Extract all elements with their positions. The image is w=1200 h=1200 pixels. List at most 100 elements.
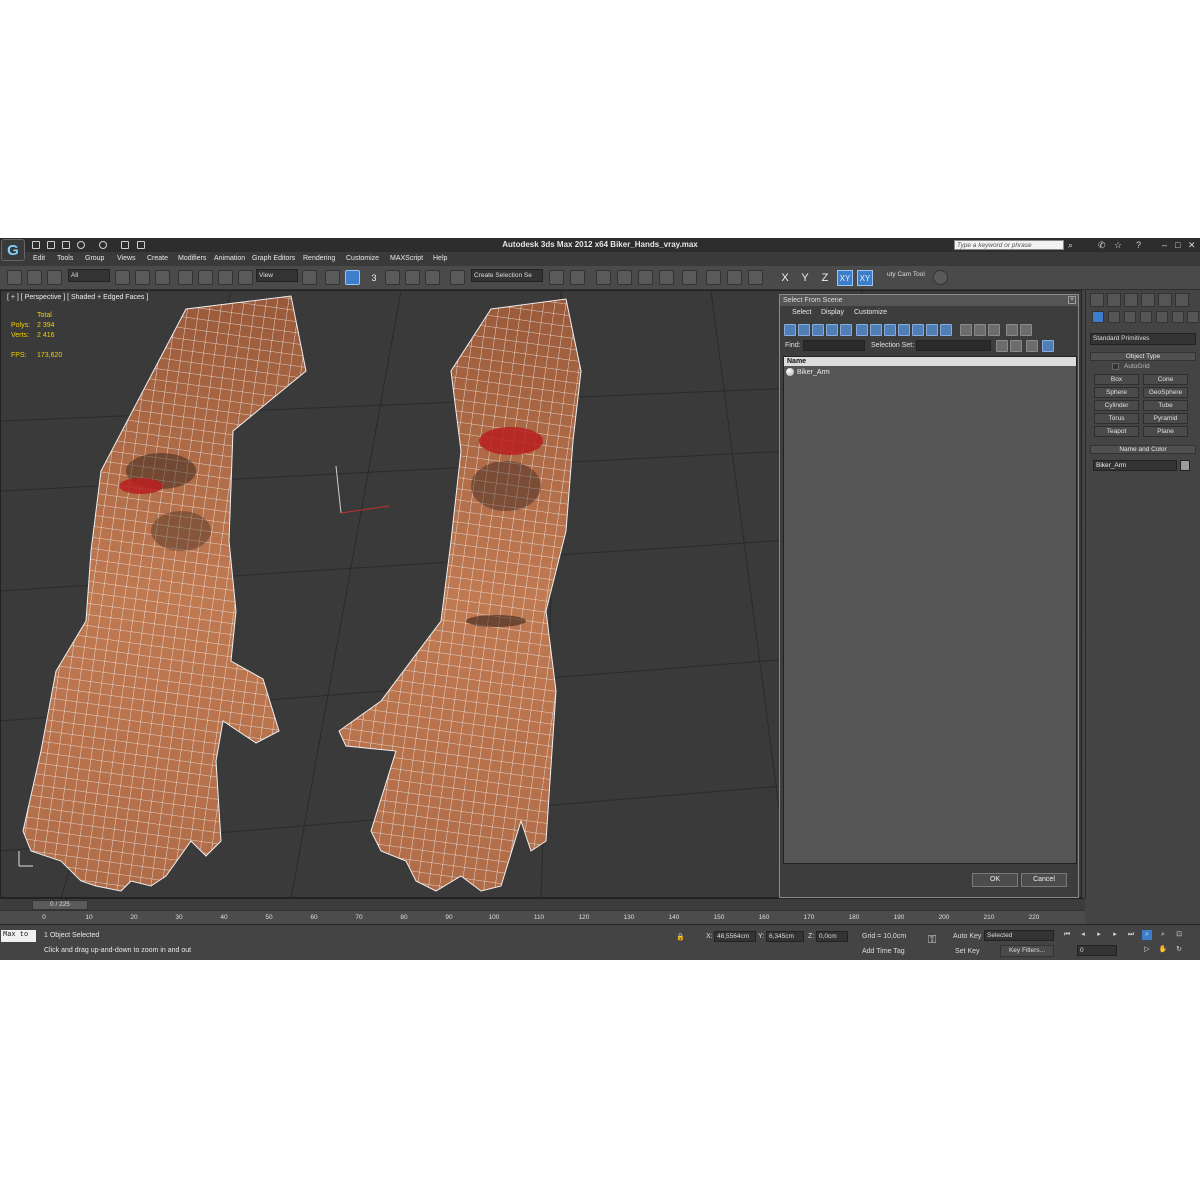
motion-tab-icon[interactable] (1141, 293, 1155, 307)
display-containers-icon[interactable] (912, 324, 924, 336)
set-key-button[interactable]: Set Key (955, 948, 980, 955)
plane-button[interactable]: Plane (1143, 426, 1188, 437)
shapes-category-icon[interactable] (1108, 311, 1120, 323)
edit-named-selection-icon[interactable] (450, 270, 465, 285)
hierarchy-tab-icon[interactable] (1124, 293, 1138, 307)
rendered-frame-window-icon[interactable] (727, 270, 742, 285)
display-helpers-icon[interactable] (840, 324, 852, 336)
track-bar[interactable]: 0 10 20 30 40 50 60 70 80 90 100 110 120… (0, 910, 1085, 924)
select-and-scale-icon[interactable] (238, 270, 253, 285)
z-coord-field[interactable]: 0,0cm (816, 931, 848, 942)
object-color-swatch[interactable] (1180, 460, 1190, 471)
viewport-label[interactable]: [ + ] [ Perspective ] [ Shaded + Edged F… (7, 294, 148, 301)
lock-selection-icon[interactable]: 🔒 (676, 933, 685, 941)
remove-selection-set-icon[interactable] (1026, 340, 1038, 352)
select-invert-icon[interactable] (988, 324, 1000, 336)
filter-icon[interactable] (1006, 324, 1018, 336)
selection-region-icon[interactable] (155, 270, 170, 285)
display-xrefs-icon[interactable] (884, 324, 896, 336)
menu-customize[interactable]: Customize (346, 255, 379, 262)
display-groups-icon[interactable] (870, 324, 882, 336)
tube-button[interactable]: Tube (1143, 400, 1188, 411)
sync-selection-icon[interactable] (1020, 324, 1032, 336)
x-coord-field[interactable]: 48,5564cm (714, 931, 756, 942)
menu-maxscript[interactable]: MAXScript (390, 255, 423, 262)
pan-view-icon[interactable]: ✋ (1158, 945, 1168, 955)
display-lights-icon[interactable] (812, 324, 824, 336)
auto-key-button[interactable]: Auto Key (953, 933, 981, 940)
object-list[interactable]: Name Biker_Arm (783, 356, 1077, 864)
select-all-icon[interactable] (960, 324, 972, 336)
minimize-icon[interactable]: – (1162, 240, 1167, 250)
box-button[interactable]: Box (1094, 374, 1139, 385)
primitive-category-dropdown[interactable]: Standard Primitives (1090, 333, 1196, 345)
menu-tools[interactable]: Tools (57, 255, 73, 262)
geometry-category-icon[interactable] (1092, 311, 1104, 323)
axis-y-button[interactable]: Y (797, 270, 813, 286)
maxscript-listener-input[interactable]: Max to (1, 930, 36, 942)
ok-button[interactable]: OK (972, 873, 1018, 887)
add-time-tag-button[interactable]: Add Time Tag (862, 948, 905, 955)
go-to-end-icon[interactable]: ⏭ (1126, 930, 1136, 940)
edit-selection-set-icon[interactable] (1010, 340, 1022, 352)
selection-filter-dropdown[interactable]: All (68, 269, 110, 282)
dialog-menu-display[interactable]: Display (821, 309, 844, 316)
autogrid-checkbox[interactable] (1112, 363, 1119, 370)
keyboard-shortcut-override-icon[interactable] (345, 270, 360, 285)
display-tab-icon[interactable] (1158, 293, 1172, 307)
close-icon[interactable]: ✕ (1188, 240, 1196, 251)
dialog-close-icon[interactable]: × (1068, 296, 1076, 304)
next-frame-icon[interactable]: ▸ (1110, 930, 1120, 940)
render-production-icon[interactable] (748, 270, 763, 285)
select-and-manipulate-icon[interactable] (325, 270, 340, 285)
menu-rendering[interactable]: Rendering (303, 255, 335, 262)
play-icon[interactable]: ▸ (1094, 930, 1104, 940)
menu-graph-editors[interactable]: Graph Editors (252, 255, 295, 262)
pyramid-button[interactable]: Pyramid (1143, 413, 1188, 424)
time-slider-bar[interactable]: 0 / 225 (0, 898, 1085, 910)
column-header-name[interactable]: Name (784, 357, 1076, 366)
binoculars-icon[interactable]: ⌕ (1068, 240, 1073, 251)
align-icon[interactable] (570, 270, 585, 285)
axis-xy-button[interactable]: XY (837, 270, 853, 286)
graphite-toggle-icon[interactable] (617, 270, 632, 285)
spinner-snap-icon[interactable] (425, 270, 440, 285)
select-and-link-icon[interactable] (7, 270, 22, 285)
add-selection-set-icon[interactable] (996, 340, 1008, 352)
favorites-icon[interactable]: ☆ (1114, 240, 1122, 251)
render-setup-icon[interactable] (706, 270, 721, 285)
key-filters-button[interactable]: Key Filters... (1000, 945, 1054, 957)
teapot-button[interactable]: Teapot (1094, 426, 1139, 437)
material-editor-icon[interactable] (682, 270, 697, 285)
dialog-menu-customize[interactable]: Customize (854, 309, 887, 316)
pivot-center-icon[interactable] (302, 270, 317, 285)
menu-create[interactable]: Create (147, 255, 168, 262)
list-item[interactable]: Biker_Arm (786, 368, 830, 376)
selection-set-dropdown[interactable] (916, 340, 991, 351)
name-and-color-rollout[interactable]: Name and Color (1090, 445, 1196, 454)
application-button[interactable]: G (1, 239, 25, 261)
orbit-icon[interactable]: ↻ (1174, 945, 1184, 955)
current-frame-field[interactable]: 0 (1077, 945, 1117, 956)
reference-coordinate-dropdown[interactable]: View (256, 269, 298, 282)
angle-snap-icon[interactable] (385, 270, 400, 285)
systems-category-icon[interactable] (1187, 311, 1199, 323)
go-to-start-icon[interactable]: ⏮ (1062, 930, 1072, 940)
display-shapes-icon[interactable] (798, 324, 810, 336)
menu-help[interactable]: Help (433, 255, 447, 262)
named-selection-dropdown[interactable]: Create Selection Se (471, 269, 543, 282)
select-none-icon[interactable] (974, 324, 986, 336)
display-cameras-icon[interactable] (826, 324, 838, 336)
select-and-rotate-icon[interactable] (218, 270, 233, 285)
window-crossing-icon[interactable] (178, 270, 193, 285)
helpers-category-icon[interactable] (1156, 311, 1168, 323)
y-coord-field[interactable]: 6,345cm (766, 931, 804, 942)
cameras-category-icon[interactable] (1140, 311, 1152, 323)
find-input[interactable] (803, 340, 865, 351)
key-set-dropdown[interactable]: Selected (984, 930, 1054, 941)
field-of-view-icon[interactable]: ▷ (1142, 945, 1152, 955)
set-key-icon[interactable]: ⚿ (928, 934, 936, 947)
axis-x-button[interactable]: X (777, 270, 793, 286)
display-space-warps-icon[interactable] (856, 324, 868, 336)
cam-tool-label[interactable]: uty Cam Tool (885, 269, 931, 282)
